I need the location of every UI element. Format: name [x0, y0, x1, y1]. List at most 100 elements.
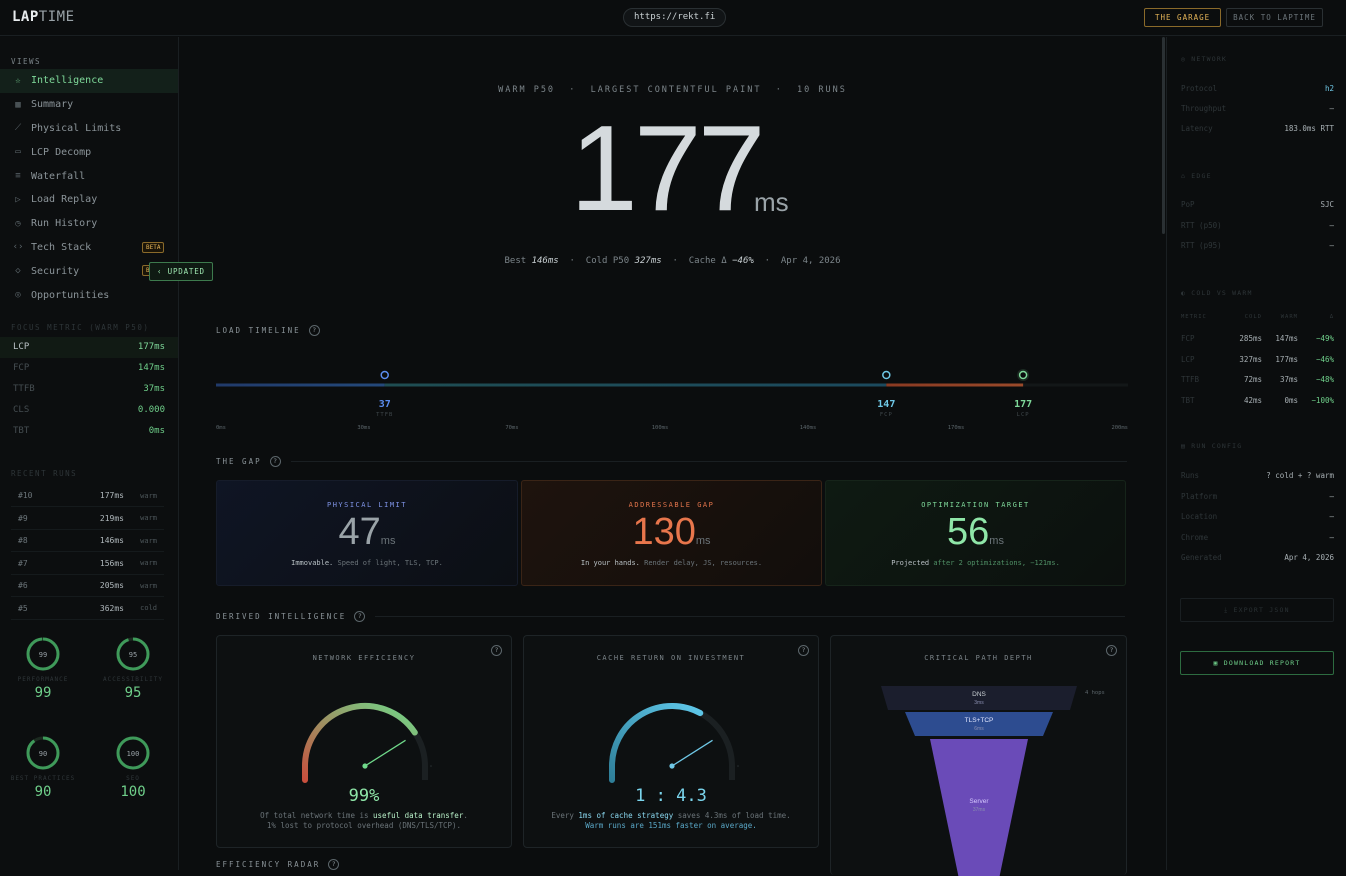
kv-row-rtt-p50-: RTT (p50) —	[1181, 221, 1334, 230]
load-timeline: 37 TTFB 147 FCP 177 LCP 0ms 30ms 70ms 100ms 140ms 1…	[216, 369, 1128, 431]
focus-metric-cls[interactable]: CLS 0.000	[0, 400, 178, 421]
cold-warm-row: FCP 285ms 147ms −49%	[1181, 334, 1334, 343]
network-title-text: NETWORK	[1191, 55, 1228, 63]
kv-key: Location	[1181, 512, 1218, 521]
score-accessibility[interactable]: 95 ACCESSIBILITY 95	[93, 636, 173, 701]
recent-run-row[interactable]: #10 177ms warm	[11, 485, 164, 508]
network-section-title: ◎ NETWORK	[1181, 55, 1227, 63]
funnel-layer-name: DNS	[972, 691, 986, 698]
run-duration: 156ms	[99, 558, 124, 568]
score-ring: 99	[26, 637, 60, 671]
recent-run-row[interactable]: #5 362ms cold	[11, 597, 164, 620]
gap-card-desc-text: Speed of light, TLS, TCP.	[333, 559, 443, 567]
sidebar-item-summary[interactable]: ▦ Summary	[0, 93, 178, 117]
config-icon: ▤	[1181, 442, 1187, 450]
critical-path-title: CRITICAL PATH DEPTH	[924, 654, 1033, 662]
target-icon: ◎	[15, 290, 21, 301]
hero-stats: Best 146ms · Cold P50 327ms · Cache Δ −4…	[504, 256, 841, 266]
kv-row-protocol: Protocol h2	[1181, 84, 1334, 93]
focus-metric-lcp[interactable]: LCP 177ms	[0, 336, 178, 358]
gauge-needle-hub	[669, 763, 675, 769]
recent-run-row[interactable]: #7 156ms warm	[11, 552, 164, 575]
beta-badge: BETA	[142, 241, 165, 253]
back-to-laptime-button[interactable]: BACK TO LAPTIME	[1226, 8, 1323, 27]
run-duration: 205ms	[99, 581, 124, 591]
score-best-practices[interactable]: 90 BEST PRACTICES 90	[3, 735, 83, 800]
score-ring-value: 99	[39, 651, 47, 659]
hero-value: 177	[570, 100, 766, 236]
gauge-needle	[364, 739, 406, 767]
cache-value: −46%	[732, 256, 754, 266]
kv-value: —	[1329, 491, 1334, 501]
recent-run-row[interactable]: #9 219ms warm	[11, 507, 164, 530]
desc-text: Warm runs are 151ms faster on average.	[585, 821, 757, 830]
sidebar-item-physical-limits[interactable]: ⟋ Physical Limits	[0, 117, 178, 141]
sidebar-item-tech-stack[interactable]: ‹› Tech Stack BETA	[0, 236, 178, 260]
score-seo[interactable]: 100 SEO 100	[93, 735, 173, 800]
shield-icon: ◇	[15, 266, 21, 277]
help-icon[interactable]: ?	[491, 645, 502, 656]
sidebar-item-load-replay[interactable]: ▷ Load Replay	[0, 188, 178, 212]
sidebar-item-label: LCP Decomp	[31, 146, 92, 158]
kv-key: RTT (p50)	[1181, 220, 1222, 230]
focus-metric-value: 0.000	[137, 405, 165, 416]
run-kind: warm	[140, 491, 157, 500]
recent-run-row[interactable]: #8 146ms warm	[11, 530, 164, 553]
timeline-marker-fcp[interactable]	[882, 370, 891, 380]
gap-card-desc-strong: In your hands.	[580, 559, 640, 567]
timeline-marker-lcp[interactable]	[1018, 370, 1028, 380]
recent-runs-list: #10 177ms warm #9 219ms warm #8 146ms warm #7 156m…	[0, 485, 178, 620]
help-icon[interactable]: ?	[328, 859, 340, 870]
help-icon[interactable]: ?	[269, 456, 281, 467]
cold-warm-cell: 37ms	[1279, 375, 1298, 384]
timeline-marker-ttfb[interactable]	[380, 370, 389, 380]
sidebar-item-waterfall[interactable]: ≡ Waterfall	[0, 164, 178, 188]
gap-card-value-wrap: 130ms	[522, 513, 821, 551]
logo[interactable]: LAPTIME	[12, 9, 75, 25]
help-icon[interactable]: ?	[1106, 645, 1117, 656]
url-pill[interactable]: https://rekt.fi	[623, 8, 727, 27]
help-icon[interactable]: ?	[308, 325, 320, 336]
replay-icon: ▷	[15, 194, 21, 205]
sidebar-item-opportunities[interactable]: ◎ Opportunities	[0, 283, 178, 307]
cold-warm-cell: LCP	[1181, 354, 1195, 364]
main-scrollbar[interactable]	[1162, 37, 1165, 234]
cold-warm-cell: 327ms	[1239, 354, 1262, 364]
cold-warm-cell: −46%	[1315, 354, 1334, 364]
help-icon[interactable]: ?	[798, 645, 809, 656]
sidebar-item-lcp-decomp[interactable]: ▭ LCP Decomp	[0, 140, 178, 164]
sidebar-item-run-history[interactable]: ◷ Run History	[0, 212, 178, 236]
kv-value: ? cold + ? warm	[1266, 471, 1334, 480]
score-label: PERFORMANCE	[17, 676, 69, 683]
desc-text: .	[463, 811, 468, 820]
critical-path-card: CRITICAL PATH DEPTH ? DNS 3ms TLS+TCP 6ms Se…	[830, 635, 1127, 876]
score-ring: 95	[116, 637, 150, 671]
help-icon[interactable]: ?	[354, 611, 366, 622]
garage-button[interactable]: THE GARAGE	[1144, 8, 1222, 27]
cold-warm-section-title: ◐ COLD VS WARM	[1181, 289, 1253, 297]
gauge-needle-hub	[362, 763, 368, 769]
funnel-layer-tlstcp[interactable]	[905, 712, 1053, 736]
sidebar-item-label: Summary	[31, 99, 74, 111]
export-json-button[interactable]: ⤓ EXPORT JSON	[1180, 598, 1334, 622]
gap-card-desc: Immovable. Speed of light, TLS, TCP.	[217, 559, 517, 567]
timeline-tick-label: 0ms	[216, 425, 226, 431]
desc-text: Of total network time is	[260, 811, 374, 820]
logo-part-a: LAP	[12, 9, 39, 25]
network-efficiency-card: NETWORK EFFICIENCY ? 99% Of total networ…	[216, 635, 512, 848]
focus-metric-tbt[interactable]: TBT 0ms	[0, 421, 178, 442]
derived-heading: DERIVED INTELLIGENCE ?	[216, 611, 1126, 622]
score-performance[interactable]: 99 PERFORMANCE 99	[3, 636, 83, 701]
sidebar-item-intelligence[interactable]: ☆ Intelligence	[0, 69, 178, 93]
clock-icon: ◷	[15, 218, 21, 229]
focus-metric-ttfb[interactable]: TTFB 37ms	[0, 379, 178, 400]
main-content: WARM P50 · LARGEST CONTENTFUL PAINT · 10…	[180, 37, 1165, 876]
kv-key: Throughput	[1181, 104, 1227, 113]
recent-run-row[interactable]: #6 205ms warm	[11, 575, 164, 598]
kv-key: Generated	[1181, 553, 1222, 562]
download-report-button[interactable]: ▣ DOWNLOAD REPORT	[1180, 651, 1334, 675]
funnel-layer-dns[interactable]	[881, 686, 1077, 710]
network-efficiency-title: NETWORK EFFICIENCY	[312, 654, 416, 662]
focus-metric-fcp[interactable]: FCP 147ms	[0, 358, 178, 379]
load-timeline-title: LOAD TIMELINE	[216, 326, 301, 335]
